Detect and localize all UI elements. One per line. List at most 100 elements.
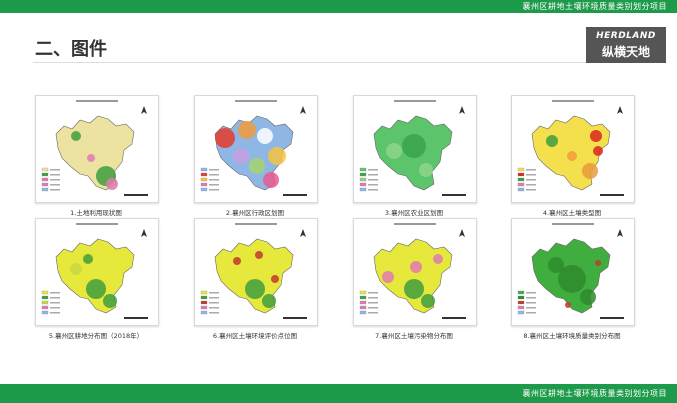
legend-swatch — [517, 187, 525, 192]
county-shape — [55, 238, 135, 314]
map-caption: 3.襄州区农业区划图 — [384, 209, 444, 217]
map-region — [249, 158, 265, 174]
legend-text-line — [368, 169, 378, 171]
map-region — [386, 143, 402, 159]
legend-swatch — [41, 310, 49, 315]
map-region — [593, 146, 603, 156]
map-title-line — [394, 223, 436, 225]
north-arrow-icon — [459, 106, 465, 114]
map-region — [263, 172, 279, 188]
map-region — [567, 151, 577, 161]
legend-text-line — [209, 179, 219, 181]
legend-text-line — [368, 297, 378, 299]
legend-swatch — [517, 172, 525, 177]
map-thumbnail[interactable] — [511, 95, 635, 203]
legend-text-line — [209, 292, 219, 294]
map-caption: 6.襄州区土壤环境评价点位图 — [212, 332, 298, 340]
map-caption: 1.土地利用现状图 — [70, 209, 122, 217]
legend-swatch — [359, 167, 367, 172]
north-arrow-icon — [300, 106, 306, 114]
map-image — [41, 223, 148, 319]
legend-text-line — [50, 312, 60, 314]
map-title-line — [552, 223, 594, 225]
header-project-title: 襄州区耕地土壤环境质量类别划分项目 — [522, 2, 667, 11]
legend-swatch — [200, 177, 208, 182]
legend-text-line — [526, 297, 536, 299]
scale-bar — [283, 194, 307, 196]
legend-swatch — [200, 310, 208, 315]
map-thumbnail[interactable] — [194, 218, 318, 326]
map-region — [402, 134, 426, 158]
map-title-line — [76, 223, 118, 225]
map-region — [103, 294, 117, 308]
map-thumbnail[interactable] — [353, 95, 477, 203]
map-region — [215, 128, 235, 148]
legend-swatch — [200, 290, 208, 295]
map-region — [257, 128, 273, 144]
legend-swatch — [517, 295, 525, 300]
scale-bar — [124, 317, 148, 319]
map-region — [86, 279, 106, 299]
legend-swatch — [41, 187, 49, 192]
legend-text-line — [526, 312, 536, 314]
legend-swatch — [359, 172, 367, 177]
legend-swatch — [359, 295, 367, 300]
legend-text-line — [50, 297, 60, 299]
map-thumbnail[interactable] — [194, 95, 318, 203]
map-region — [106, 178, 118, 190]
legend-text-line — [209, 302, 219, 304]
scale-bar — [283, 317, 307, 319]
legend-swatch — [359, 187, 367, 192]
legend-text-line — [526, 189, 536, 191]
map-region — [71, 131, 81, 141]
map-caption: 7.襄州区土壤污染物分布图 — [375, 332, 453, 340]
north-arrow-icon — [617, 106, 623, 114]
legend-swatch — [200, 295, 208, 300]
map-region — [238, 121, 256, 139]
legend-swatch — [359, 310, 367, 315]
footer-project-title: 襄州区耕地土壤环境质量类别划分项目 — [522, 389, 667, 398]
north-arrow-icon — [141, 229, 147, 237]
legend-swatch — [41, 305, 49, 310]
legend-text-line — [209, 169, 219, 171]
north-arrow-icon — [300, 229, 306, 237]
legend-text-line — [50, 189, 60, 191]
map-region — [233, 148, 249, 164]
legend-text-line — [526, 174, 536, 176]
county-shape — [214, 238, 294, 314]
legend-swatch — [41, 177, 49, 182]
map-region — [546, 135, 558, 147]
map-region — [548, 257, 564, 273]
legend-swatch — [517, 177, 525, 182]
legend-text-line — [50, 179, 60, 181]
legend-text-line — [368, 312, 378, 314]
map-thumbnail[interactable] — [511, 218, 635, 326]
logo-english-text: HERDLAND — [596, 31, 656, 41]
map-region — [382, 271, 394, 283]
scale-bar — [600, 194, 624, 196]
map-title-line — [235, 223, 277, 225]
title-divider — [33, 62, 633, 63]
map-image — [517, 100, 624, 196]
legend-text-line — [209, 297, 219, 299]
legend-swatch — [200, 182, 208, 187]
map-image — [41, 100, 148, 196]
legend-swatch — [517, 182, 525, 187]
map-title-line — [394, 100, 436, 102]
legend-text-line — [209, 312, 219, 314]
map-image — [517, 223, 624, 319]
scale-bar — [442, 194, 466, 196]
map-thumbnail[interactable] — [35, 218, 159, 326]
map-thumbnail[interactable] — [35, 95, 159, 203]
map-thumbnail[interactable] — [353, 218, 477, 326]
map-region — [410, 261, 422, 273]
legend-text-line — [209, 174, 219, 176]
legend-text-line — [526, 292, 536, 294]
map-image — [200, 100, 307, 196]
legend-text-line — [368, 189, 378, 191]
legend-text-line — [526, 184, 536, 186]
legend-swatch — [517, 305, 525, 310]
map-image — [359, 100, 466, 196]
map-title-line — [235, 100, 277, 102]
legend-swatch — [517, 167, 525, 172]
